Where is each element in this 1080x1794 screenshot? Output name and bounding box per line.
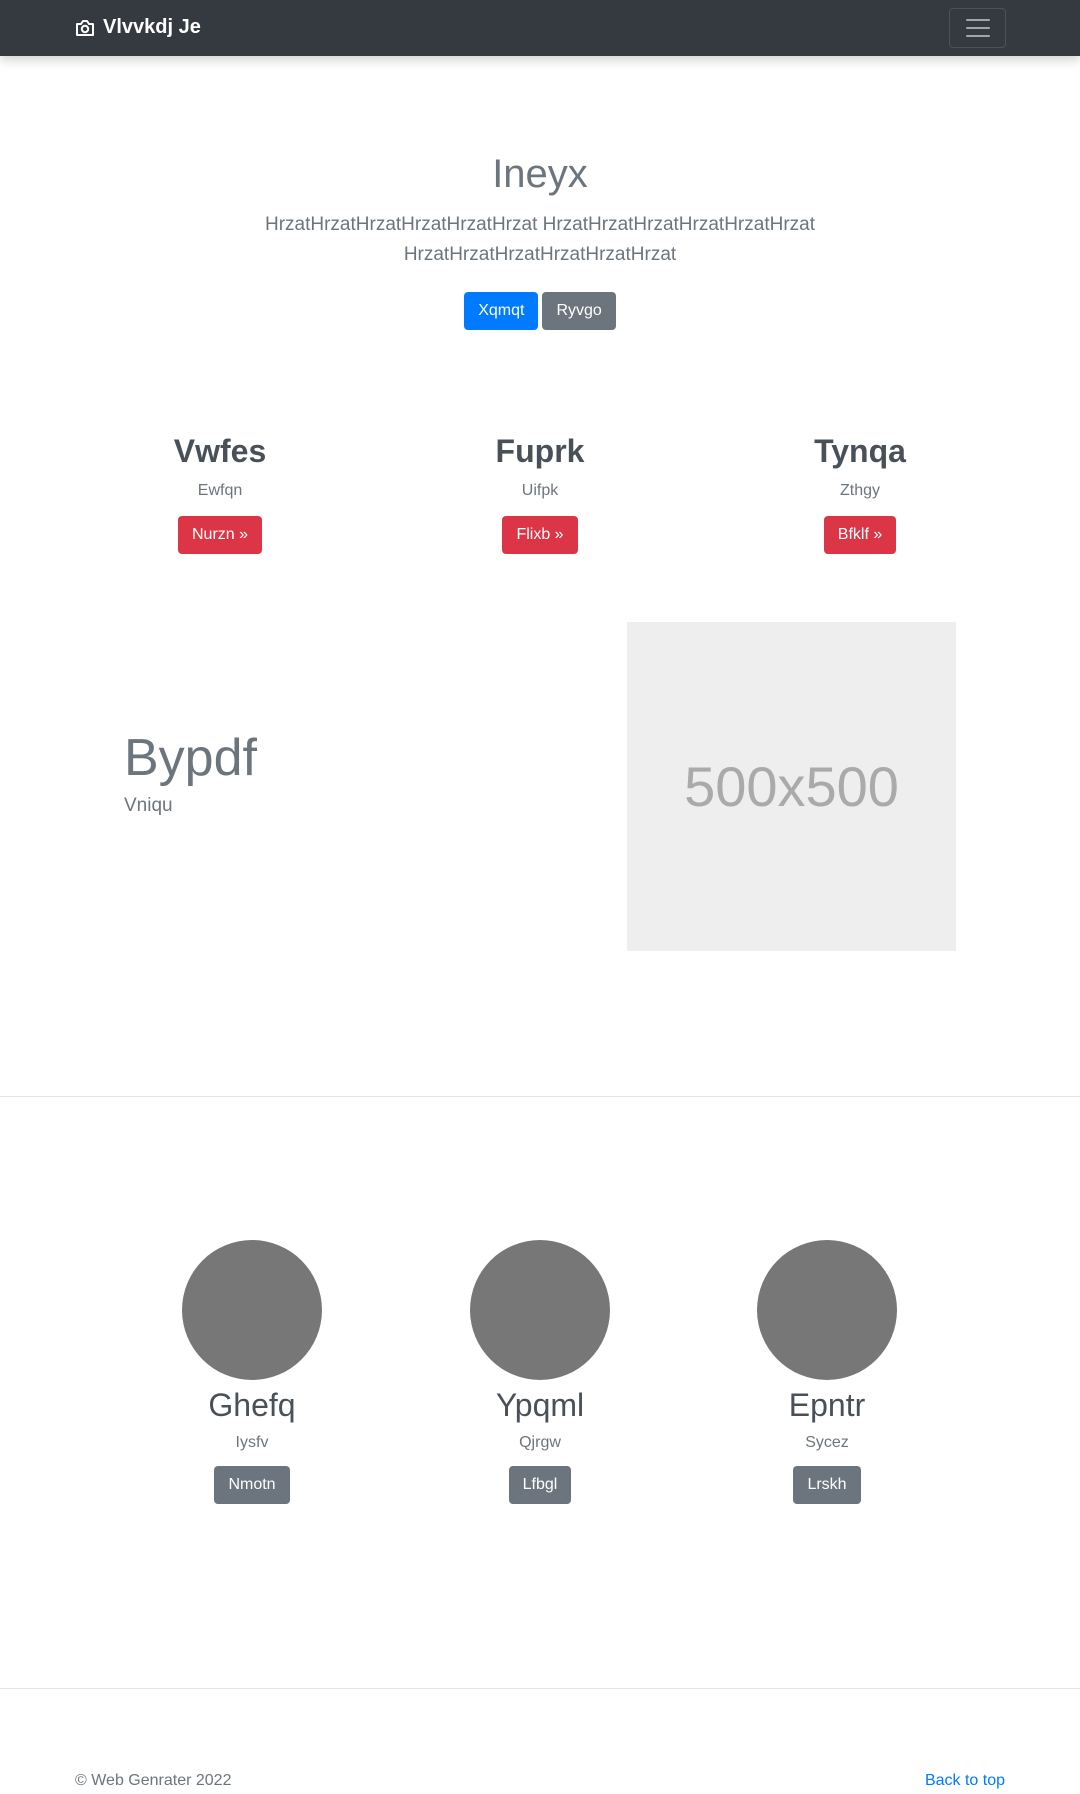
placeholder-image: 500x500 bbox=[627, 622, 956, 951]
feature-button[interactable]: Nurzn » bbox=[177, 516, 263, 555]
member-button[interactable]: Nmotn bbox=[214, 1466, 290, 1505]
team-member: Ghefq Iysfv Nmotn bbox=[92, 1240, 412, 1505]
featurette-lead: Vniqu bbox=[124, 795, 173, 816]
feature-column: Vwfes Ewfqn Nurzn » bbox=[60, 432, 380, 555]
footer-copyright: © Web Genrater 2022 bbox=[75, 1772, 232, 1789]
hero-title: Ineyx bbox=[492, 152, 588, 196]
brand-link[interactable]: Vlvvkdj Je bbox=[75, 16, 201, 39]
hero-buttons: Xqmqt Ryvgo bbox=[0, 292, 1080, 330]
member-name: Epntr bbox=[788, 1387, 866, 1423]
hamburger-menu-icon bbox=[965, 19, 990, 21]
member-name: Ghefq bbox=[208, 1387, 296, 1423]
team-member: Epntr Sycez Lrskh bbox=[667, 1240, 987, 1505]
member-button[interactable]: Lrskh bbox=[793, 1466, 861, 1505]
avatar bbox=[470, 1240, 610, 1380]
section-divider bbox=[0, 1096, 1080, 1097]
camera-icon bbox=[75, 19, 95, 37]
brand-name: Vlvvkdj Je bbox=[103, 16, 201, 38]
team-member: Ypqml Qjrgw Lfbgl bbox=[380, 1240, 700, 1505]
feature-button[interactable]: Flixb » bbox=[502, 516, 578, 555]
member-button[interactable]: Lfbgl bbox=[508, 1466, 572, 1505]
feature-text: Uifpk bbox=[521, 482, 559, 500]
member-name: Ypqml bbox=[495, 1387, 585, 1423]
navbar: Vlvvkdj Je bbox=[0, 0, 1080, 56]
feature-column: Tynqa Zthgy Bfklf » bbox=[700, 432, 1020, 555]
placeholder-label: 500x500 bbox=[684, 755, 899, 818]
member-role: Sycez bbox=[805, 1434, 849, 1452]
navbar-toggler-button[interactable] bbox=[949, 8, 1006, 48]
hero-lead: HrzatHrzatHrzatHrzatHrzatHrzat HrzatHrza… bbox=[264, 214, 815, 265]
back-to-top-link[interactable]: Back to top bbox=[925, 1772, 1005, 1790]
section-divider bbox=[0, 1688, 1080, 1689]
avatar bbox=[182, 1240, 322, 1380]
hero-primary-button[interactable]: Xqmqt bbox=[464, 292, 539, 330]
feature-title: Tynqa bbox=[814, 433, 906, 469]
featurette-heading: Bypdf bbox=[124, 729, 257, 787]
member-role: Iysfv bbox=[235, 1434, 269, 1452]
feature-title: Vwfes bbox=[173, 433, 267, 469]
hero-secondary-button[interactable]: Ryvgo bbox=[542, 292, 616, 330]
feature-text: Zthgy bbox=[839, 482, 880, 500]
feature-text: Ewfqn bbox=[197, 482, 243, 500]
member-role: Qjrgw bbox=[519, 1434, 561, 1452]
feature-button[interactable]: Bfklf » bbox=[823, 516, 897, 555]
avatar bbox=[757, 1240, 897, 1380]
feature-title: Fuprk bbox=[495, 433, 585, 469]
feature-column: Fuprk Uifpk Flixb » bbox=[380, 432, 700, 555]
